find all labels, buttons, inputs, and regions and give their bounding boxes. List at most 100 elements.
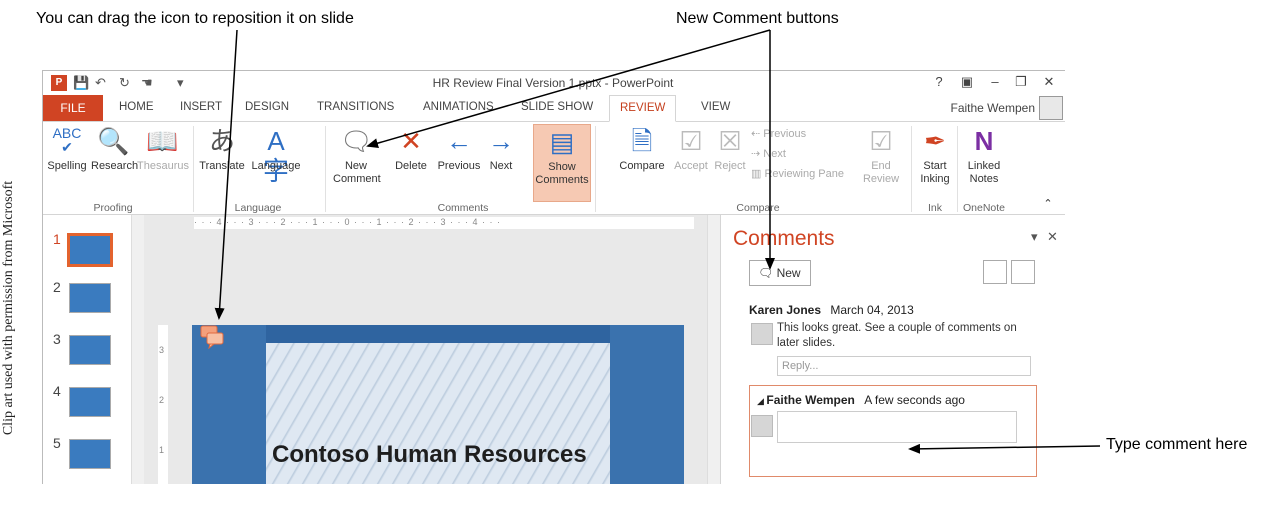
spelling-button[interactable]: ABC ✔ Spelling (45, 126, 89, 173)
reject-button[interactable]: ☒ Reject (711, 126, 749, 173)
divider (595, 126, 596, 212)
tab-insert[interactable]: INSERT (180, 101, 222, 113)
pane-new-label: New (776, 266, 801, 280)
collapse-arrow-icon[interactable]: ◢ (757, 396, 766, 406)
minimize-button[interactable]: – (985, 74, 1005, 89)
close-pane-icon[interactable]: ✕ (1047, 229, 1058, 245)
slide-thumbnail-5[interactable] (69, 439, 111, 469)
tab-review[interactable]: REVIEW (609, 95, 677, 122)
comment-author: Karen Jones (749, 303, 822, 317)
tab-file[interactable]: FILE (43, 95, 103, 121)
credit-text: Clip art used with permission from Micro… (1, 180, 16, 436)
slide-thumbnail-3[interactable] (69, 335, 111, 365)
show-comments-button[interactable]: ▤ Show Comments (533, 124, 591, 202)
research-button[interactable]: 🔍 Research (91, 126, 139, 173)
slide-thumbnail-2[interactable] (69, 283, 111, 313)
compare-button[interactable]: 🗎 Compare (613, 126, 671, 173)
avatar (751, 323, 773, 345)
thumb-number: 2 (53, 279, 61, 295)
save-icon[interactable]: 💾 (73, 75, 89, 91)
next-comment-button[interactable]: → Next (483, 126, 519, 173)
tab-transitions[interactable]: TRANSITIONS (317, 101, 394, 113)
reject-label: Reject (714, 160, 746, 172)
slide-thumbnail-4[interactable] (69, 387, 111, 417)
compare-previous-button[interactable]: ⇠ Previous (751, 128, 841, 141)
reviewing-pane-label: Reviewing Pane (764, 168, 844, 180)
thumbnails-scrollbar[interactable] (131, 215, 144, 484)
pane-new-comment-button[interactable]: 🗨 New (749, 260, 811, 286)
accept-icon: ☑ (679, 126, 703, 156)
callout-new-comment-buttons: New Comment buttons (676, 10, 839, 27)
spelling-label: Spelling (47, 160, 87, 172)
pane-next-comment-button[interactable] (1011, 260, 1035, 284)
pane-previous-comment-button[interactable] (983, 260, 1007, 284)
compare-previous-label: Previous (763, 128, 807, 140)
customize-qat-icon[interactable]: ▾ (177, 75, 184, 91)
slide[interactable]: Contoso Human Resources (192, 325, 684, 484)
group-onenote: OneNote (962, 202, 1006, 214)
title-bar: P 💾 ↶ ↻ ☚ ▾ HR Review Final Version 1.pp… (43, 71, 1065, 95)
comment-text: This looks great. See a couple of commen… (777, 322, 1017, 349)
ruler-mark: 2 (159, 395, 165, 405)
user-name[interactable]: Faithe Wempen (951, 101, 1036, 115)
restore-button[interactable]: ❐ (1011, 74, 1031, 90)
language-button[interactable]: A字 Language (249, 126, 303, 186)
avatar[interactable] (1039, 96, 1063, 120)
comment-author-line: Karen Jones March 04, 2013 (749, 303, 914, 317)
compare-next-button[interactable]: ⇢ Next (751, 148, 841, 161)
compare-label: Compare (619, 160, 665, 172)
new-comment-button[interactable]: 🗨 New Comment (333, 126, 381, 186)
show-comments-icon: ▤ (549, 127, 575, 157)
translate-button[interactable]: あ Translate (197, 126, 247, 173)
close-button[interactable]: ✕ (1039, 74, 1059, 90)
reply-input[interactable]: Reply... (777, 356, 1031, 376)
touch-mode-icon[interactable]: ☚ (141, 75, 153, 91)
comment-marker-icon[interactable] (200, 325, 226, 349)
pane-options-icon[interactable]: ▾ (1031, 229, 1038, 245)
comment-text-input[interactable] (777, 411, 1017, 443)
ribbon-display-button[interactable]: ▣ (957, 74, 977, 90)
thumb-number: 3 (53, 331, 61, 347)
tab-animations[interactable]: ANIMATIONS (423, 101, 494, 113)
slide-canvas: · · · 4 · · · 3 · · · 2 · · · 1 · · · 0 … (144, 215, 720, 484)
slide-header-bar (266, 325, 610, 343)
group-ink: Ink (927, 202, 942, 214)
linked-notes-button[interactable]: N Linked Notes (961, 126, 1007, 186)
thesaurus-button[interactable]: 📖 Thesaurus (137, 126, 189, 173)
end-review-button[interactable]: ☑ End Review (861, 126, 901, 186)
tab-home[interactable]: HOME (119, 101, 154, 113)
group-proofing: Proofing (93, 202, 133, 214)
powerpoint-window: P 💾 ↶ ↻ ☚ ▾ HR Review Final Version 1.pp… (42, 70, 1065, 484)
collapse-ribbon-icon[interactable]: ⌃ (1041, 198, 1055, 211)
tab-design[interactable]: DESIGN (245, 101, 289, 113)
end-label-2: Review (862, 173, 900, 185)
redo-icon[interactable]: ↻ (119, 75, 130, 91)
window-title: HR Review Final Version 1.pptx - PowerPo… (432, 76, 674, 90)
delete-comment-button[interactable]: ✕ Delete (389, 126, 433, 173)
start-label: Start (923, 160, 947, 172)
reviewing-pane-button[interactable]: ▥ Reviewing Pane (751, 168, 851, 181)
tab-slide-show[interactable]: SLIDE SHOW (521, 101, 593, 113)
undo-icon[interactable]: ↶ (95, 75, 106, 91)
compare-icon: 🗎 (631, 126, 653, 156)
accept-button[interactable]: ☑ Accept (671, 126, 711, 173)
tab-view[interactable]: VIEW (701, 101, 730, 113)
research-label: Research (91, 160, 139, 172)
group-language: Language (234, 202, 282, 214)
previous-comment-button[interactable]: ← Previous (435, 126, 483, 173)
group-comments: Comments (437, 202, 489, 214)
new-comment-small-icon: 🗨 (758, 266, 774, 280)
slide-thumbnail-1[interactable] (67, 233, 113, 267)
new-comment-label: New (344, 160, 367, 172)
slide-title[interactable]: Contoso Human Resources (272, 441, 587, 469)
start-inking-button[interactable]: ✒ Start Inking (915, 126, 955, 186)
comments-pane: Comments ▾ ✕ 🗨 New Karen Jones March 04,… (720, 215, 1065, 484)
next-label: Next (489, 160, 513, 172)
thumb-number: 1 (53, 231, 61, 247)
linked-label: Linked (967, 160, 1001, 172)
slide-scrollbar[interactable] (707, 215, 720, 484)
help-button[interactable]: ? (929, 74, 949, 89)
delete-label: Delete (395, 160, 427, 172)
thesaurus-icon: 📖 (146, 126, 179, 156)
thumb-number: 4 (53, 383, 61, 399)
